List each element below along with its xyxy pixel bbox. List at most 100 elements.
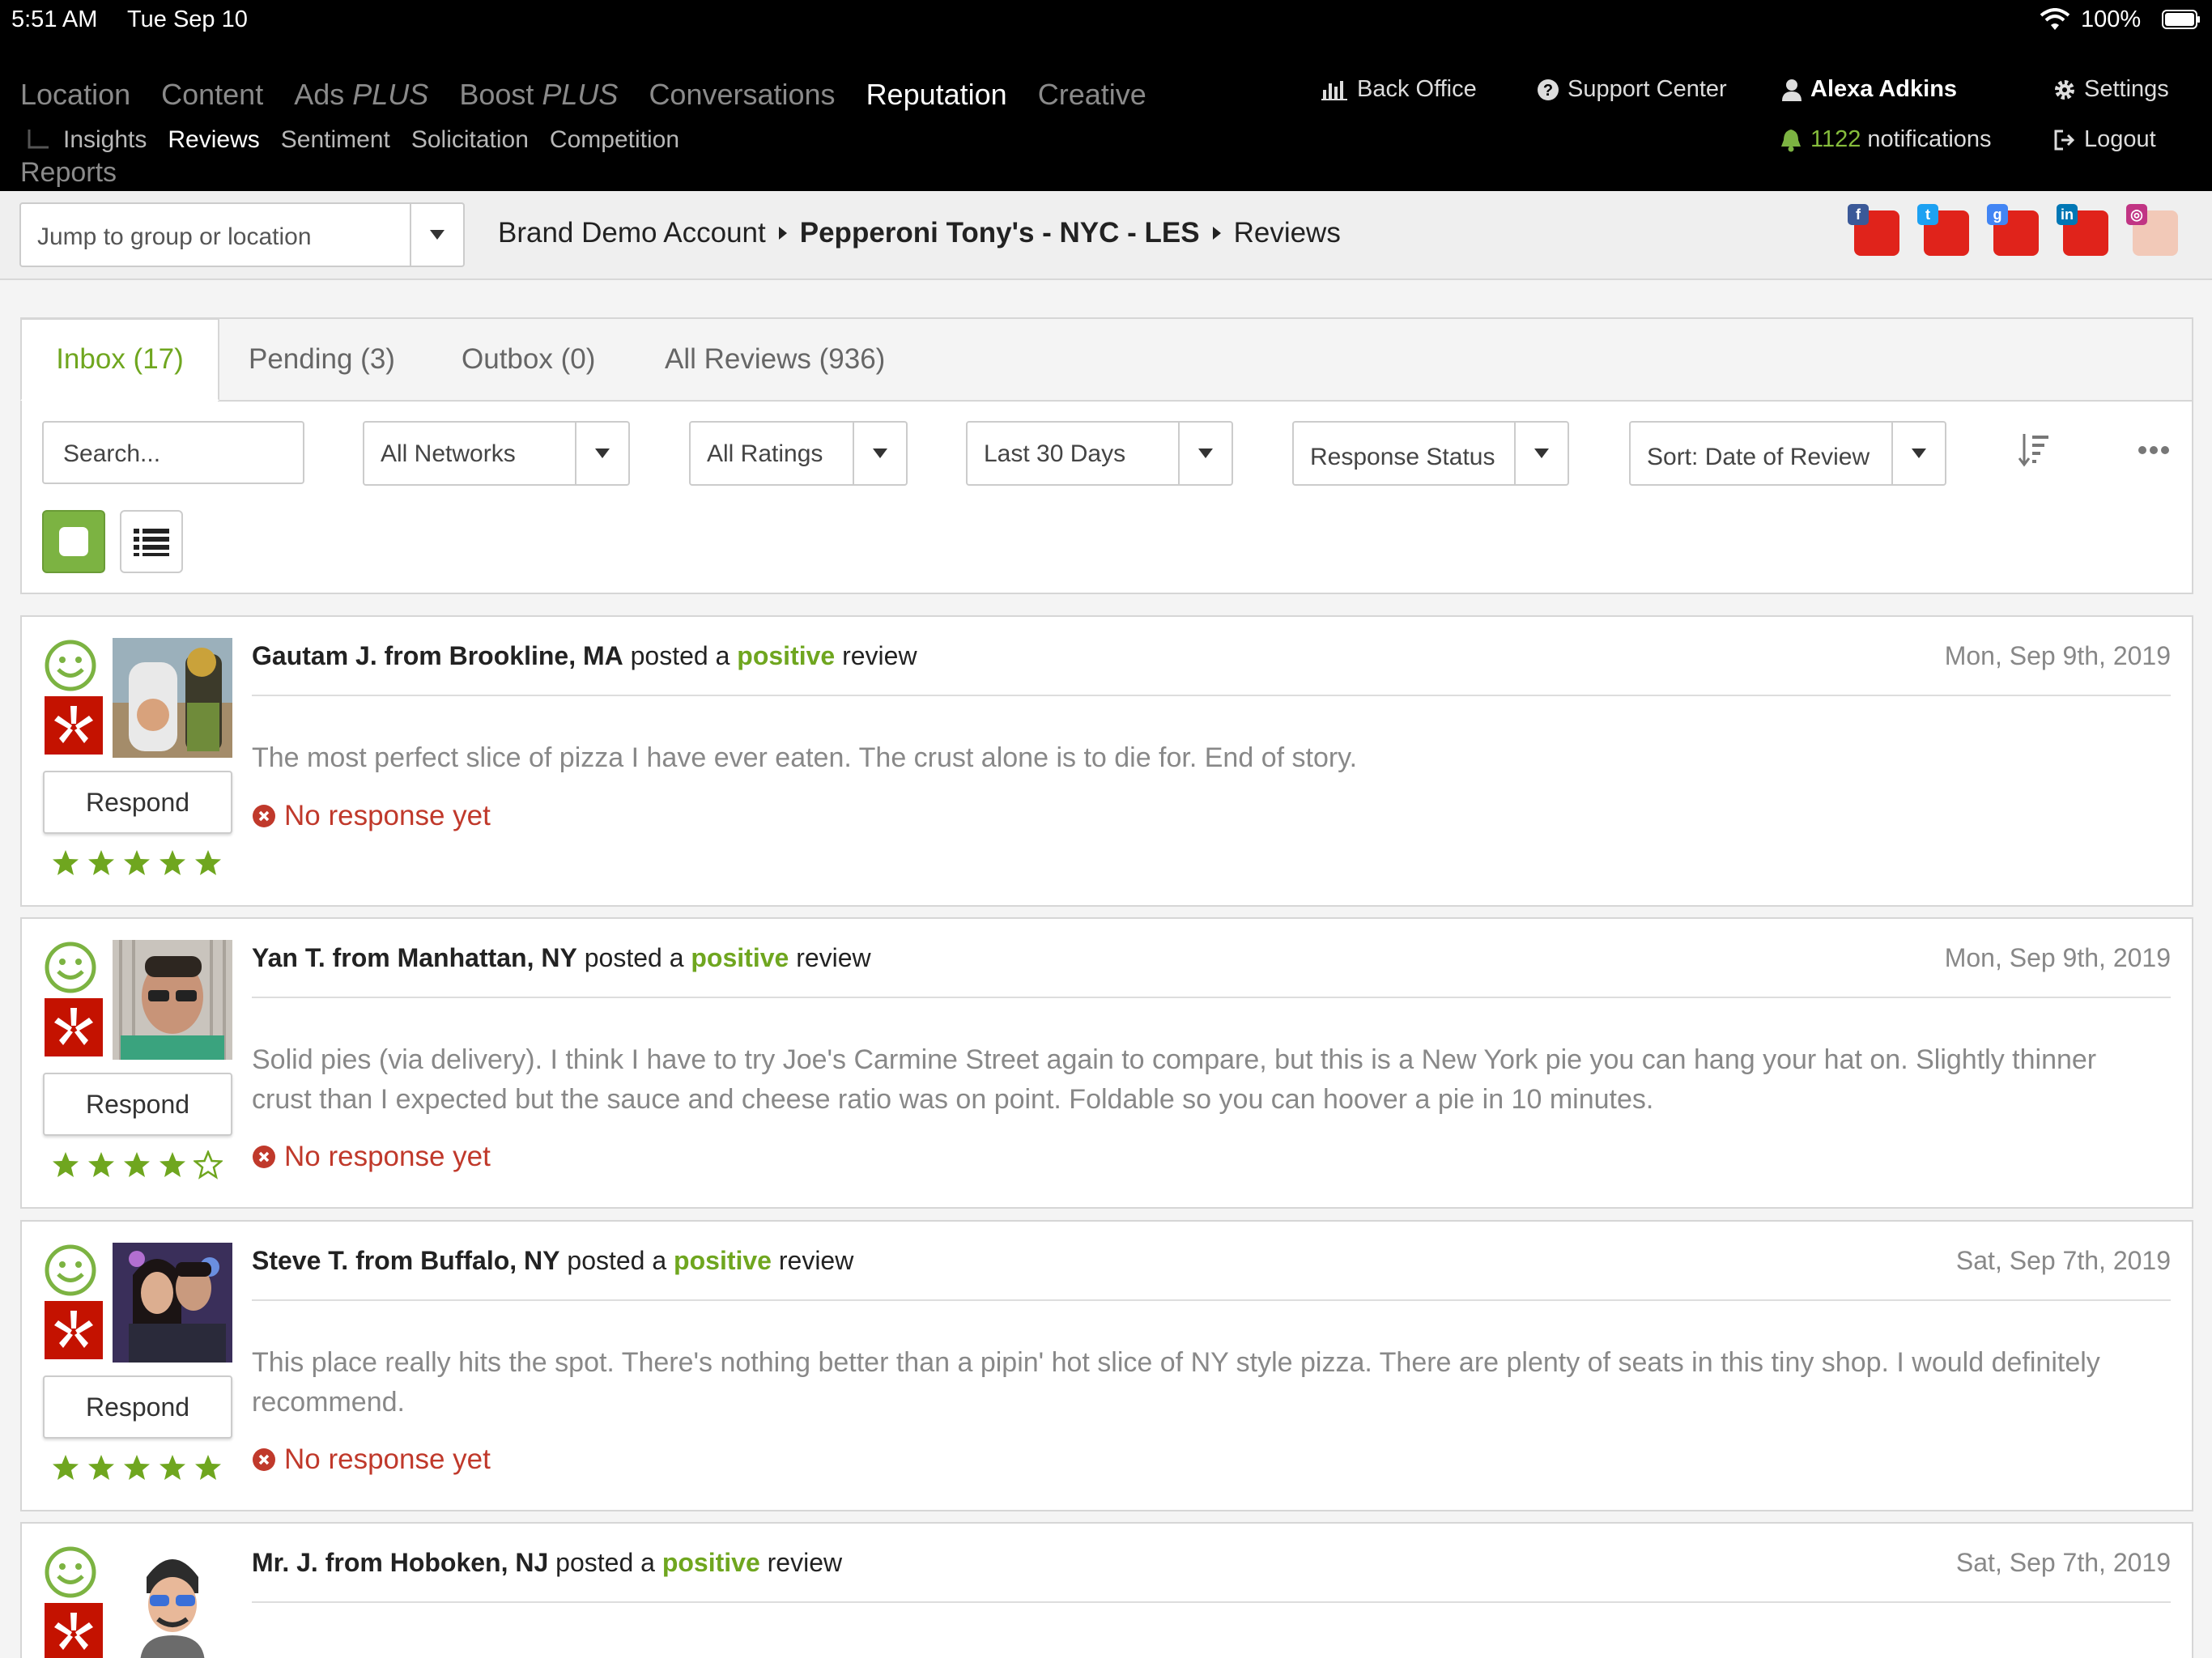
sub-nav: Insights Reviews Sentiment Solicitation … [24,126,700,154]
yelp-icon [45,1301,103,1359]
chevron-down-icon [1891,423,1945,484]
sentiment-label: positive [674,1246,772,1275]
star-filled-icon [53,1152,79,1177]
review-date: Sat, Sep 7th, 2019 [1955,1548,2171,1577]
reviewer-name[interactable]: Yan T. from Manhattan, NY [252,943,577,972]
respond-button[interactable]: Respond [43,771,232,834]
battery-icon [2162,10,2200,29]
search-input[interactable]: Search... [42,421,304,484]
nav-boost-plus[interactable]: Boost PLUS [459,78,618,112]
google-my-business-icon: g [1987,204,2008,225]
notifications-link[interactable]: 1122 notifications [1780,126,1992,153]
nav-creative[interactable]: Creative [1038,78,1146,112]
support-center-link[interactable]: ? Support Center [1537,76,1727,103]
subnav-competition[interactable]: Competition [550,126,679,154]
breadcrumb-caret-icon [778,227,787,240]
sentiment-label: positive [691,943,789,972]
sentiment-label: positive [661,1548,760,1577]
facebook-profile[interactable]: f [1848,204,1899,256]
breadcrumb-caret-icon [1212,227,1221,240]
nav-conversations[interactable]: Conversations [649,78,835,112]
subnav-solicitation[interactable]: Solicitation [411,126,529,154]
networks-dropdown[interactable]: All Networks [363,421,630,486]
review-card: Respond Gautam J. from Brookline, MA pos… [20,615,2193,907]
reviewer-name[interactable]: Gautam J. from Brookline, MA [252,641,623,670]
user-menu[interactable]: Alexa Adkins [1781,76,1957,103]
instagram-profile[interactable]: ◎ [2126,204,2178,256]
linkedin-profile[interactable]: in [2057,204,2108,256]
breadcrumb-account[interactable]: Brand Demo Account [498,217,766,249]
star-empty-icon [194,1150,223,1180]
no-response-status: No response yet [252,1443,491,1476]
response-status-dropdown[interactable]: Response Status [1292,421,1569,486]
subnav-insights[interactable]: Insights [63,126,147,154]
user-name: Alexa Adkins [1810,76,1958,102]
yelp-icon [45,1603,103,1658]
jump-to-location-select[interactable]: Jump to group or location [19,202,465,267]
tab-pending[interactable]: Pending (3) [249,318,395,401]
sort-dropdown[interactable]: Sort: Date of Review [1629,421,1946,486]
positive-smiley-icon [45,942,96,993]
posted-a-text: posted a [630,641,730,670]
review-text: Solid pies (via delivery). I think I hav… [252,1044,2097,1115]
nav-reports[interactable]: Reports [20,157,117,189]
reviewer-name[interactable]: Steve T. from Buffalo, NY [252,1246,560,1275]
tab-inbox[interactable]: Inbox (17) [20,318,219,401]
no-response-label: No response yet [284,1443,491,1475]
gear-icon [2055,79,2074,100]
review-date: Sat, Sep 7th, 2019 [1955,1246,2171,1275]
google-my-business-profile[interactable]: g [1987,204,2039,256]
no-response-label: No response yet [284,1141,491,1172]
response-status-value: Response Status [1310,444,1495,470]
review-headline: Mr. J. from Hoboken, NJ posted a positiv… [252,1548,842,1578]
date-range-dropdown[interactable]: Last 30 Days [966,421,1233,486]
nav-content[interactable]: Content [161,78,263,112]
twitter-profile[interactable]: t [1917,204,1969,256]
notifications-count: 1122 [1810,126,1861,152]
star-filled-icon [195,850,221,875]
breadcrumb-location[interactable]: Pepperoni Tony's - NYC - LES [800,217,1200,249]
reviewer-avatar [113,940,232,1060]
star-rating [51,1453,223,1482]
nav-reputation[interactable]: Reputation [866,78,1007,112]
review-headline: Steve T. from Buffalo, NY posted a posit… [252,1246,853,1276]
nav-ads-plus[interactable]: Ads PLUS [294,78,428,112]
ios-status-bar: 5:51 AM Tue Sep 10 100% [0,0,2212,40]
date-range-value: Last 30 Days [984,440,1126,467]
respond-button[interactable]: Respond [43,1375,232,1439]
divider [252,1601,2171,1603]
star-filled-icon [195,1455,221,1480]
tab-outbox[interactable]: Outbox (0) [462,318,595,401]
breadcrumb-bar: Jump to group or location Brand Demo Acc… [0,191,2212,280]
review-text: This place really hits the spot. There's… [252,1347,2100,1418]
top-navigation: Location Content Ads PLUS Boost PLUS Con… [0,40,2212,191]
chevron-down-icon [1178,423,1231,484]
respond-button[interactable]: Respond [43,1073,232,1136]
yelp-icon [45,998,103,1056]
star-filled-icon [53,1455,79,1480]
subnav-sentiment[interactable]: Sentiment [281,126,390,154]
chevron-down-icon[interactable] [410,204,463,266]
subnav-reviews[interactable]: Reviews [168,126,259,154]
divider [252,997,2171,998]
ratings-dropdown[interactable]: All Ratings [689,421,908,486]
status-date: Tue Sep 10 [127,6,248,32]
logout-link[interactable]: Logout [2053,126,2156,153]
back-office-link[interactable]: Back Office [1321,76,1477,103]
status-time: 5:51 AM [11,6,98,32]
more-options-icon[interactable] [2136,440,2172,460]
reviewer-name[interactable]: Mr. J. from Hoboken, NJ [252,1548,548,1577]
posted-a-text: posted a [555,1548,655,1577]
instagram-icon: ◎ [2126,204,2147,225]
square-icon [59,527,88,556]
bell-icon [1781,129,1801,151]
card-view-button[interactable] [42,510,105,573]
tab-all-reviews[interactable]: All Reviews (936) [665,318,885,401]
sort-descending-icon[interactable] [2018,431,2050,470]
nav-location[interactable]: Location [20,78,130,112]
svg-text:?: ? [1543,82,1553,100]
star-filled-icon [124,850,150,875]
list-view-button[interactable] [120,510,183,573]
settings-link[interactable]: Settings [2053,76,2169,103]
review-word-text: review [796,943,871,972]
